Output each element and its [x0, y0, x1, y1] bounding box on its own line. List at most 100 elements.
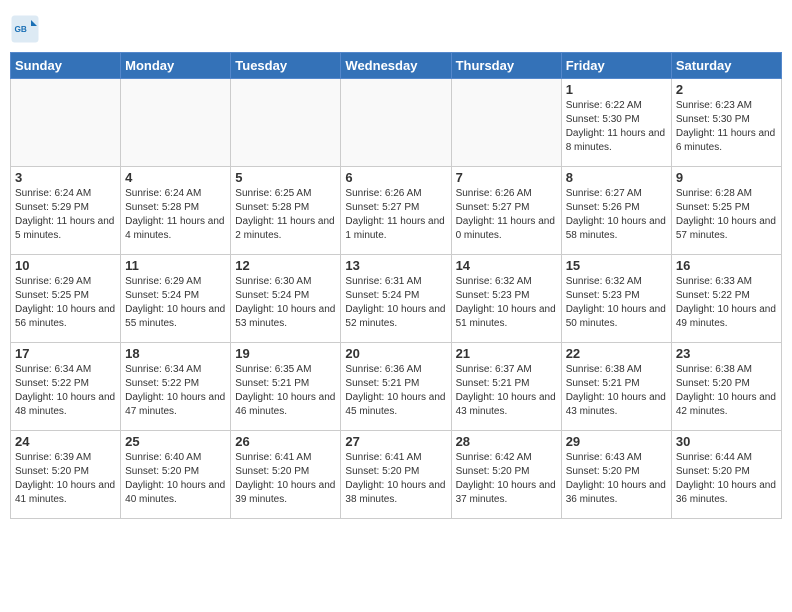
day-info: Sunrise: 6:35 AM Sunset: 5:21 PM Dayligh… — [235, 363, 336, 419]
day-info: Sunrise: 6:32 AM Sunset: 5:23 PM Dayligh… — [566, 275, 667, 331]
page-header: GB — [10, 10, 782, 44]
day-number: 7 — [456, 170, 557, 185]
day-number: 25 — [125, 434, 226, 449]
calendar-cell: 27 Sunrise: 6:41 AM Sunset: 5:20 PM Dayli… — [341, 431, 451, 519]
calendar-cell: 12 Sunrise: 6:30 AM Sunset: 5:24 PM Dayli… — [231, 255, 341, 343]
weekday-header-sunday: Sunday — [11, 53, 121, 79]
day-info: Sunrise: 6:36 AM Sunset: 5:21 PM Dayligh… — [345, 363, 446, 419]
day-info: Sunrise: 6:29 AM Sunset: 5:24 PM Dayligh… — [125, 275, 226, 331]
calendar-table: SundayMondayTuesdayWednesdayThursdayFrid… — [10, 52, 782, 519]
day-info: Sunrise: 6:24 AM Sunset: 5:29 PM Dayligh… — [15, 187, 116, 243]
day-number: 27 — [345, 434, 446, 449]
calendar-cell: 2 Sunrise: 6:23 AM Sunset: 5:30 PM Daylig… — [671, 79, 781, 167]
calendar-cell: 21 Sunrise: 6:37 AM Sunset: 5:21 PM Dayli… — [451, 343, 561, 431]
day-info: Sunrise: 6:41 AM Sunset: 5:20 PM Dayligh… — [235, 451, 336, 507]
day-number: 10 — [15, 258, 116, 273]
day-info: Sunrise: 6:32 AM Sunset: 5:23 PM Dayligh… — [456, 275, 557, 331]
day-info: Sunrise: 6:31 AM Sunset: 5:24 PM Dayligh… — [345, 275, 446, 331]
weekday-header-monday: Monday — [121, 53, 231, 79]
day-info: Sunrise: 6:24 AM Sunset: 5:28 PM Dayligh… — [125, 187, 226, 243]
day-number: 29 — [566, 434, 667, 449]
day-number: 23 — [676, 346, 777, 361]
day-info: Sunrise: 6:43 AM Sunset: 5:20 PM Dayligh… — [566, 451, 667, 507]
day-number: 28 — [456, 434, 557, 449]
calendar-cell: 28 Sunrise: 6:42 AM Sunset: 5:20 PM Dayli… — [451, 431, 561, 519]
day-info: Sunrise: 6:41 AM Sunset: 5:20 PM Dayligh… — [345, 451, 446, 507]
calendar-cell: 29 Sunrise: 6:43 AM Sunset: 5:20 PM Dayli… — [561, 431, 671, 519]
calendar-cell: 11 Sunrise: 6:29 AM Sunset: 5:24 PM Dayli… — [121, 255, 231, 343]
day-number: 11 — [125, 258, 226, 273]
calendar-cell: 30 Sunrise: 6:44 AM Sunset: 5:20 PM Dayli… — [671, 431, 781, 519]
svg-text:GB: GB — [15, 25, 27, 34]
day-number: 21 — [456, 346, 557, 361]
day-info: Sunrise: 6:27 AM Sunset: 5:26 PM Dayligh… — [566, 187, 667, 243]
day-info: Sunrise: 6:28 AM Sunset: 5:25 PM Dayligh… — [676, 187, 777, 243]
calendar-cell — [341, 79, 451, 167]
calendar-cell: 18 Sunrise: 6:34 AM Sunset: 5:22 PM Dayli… — [121, 343, 231, 431]
day-number: 9 — [676, 170, 777, 185]
day-number: 22 — [566, 346, 667, 361]
day-number: 6 — [345, 170, 446, 185]
day-number: 4 — [125, 170, 226, 185]
weekday-header-friday: Friday — [561, 53, 671, 79]
calendar-cell: 4 Sunrise: 6:24 AM Sunset: 5:28 PM Daylig… — [121, 167, 231, 255]
day-number: 15 — [566, 258, 667, 273]
calendar-cell: 16 Sunrise: 6:33 AM Sunset: 5:22 PM Dayli… — [671, 255, 781, 343]
calendar-cell: 15 Sunrise: 6:32 AM Sunset: 5:23 PM Dayli… — [561, 255, 671, 343]
day-info: Sunrise: 6:44 AM Sunset: 5:20 PM Dayligh… — [676, 451, 777, 507]
day-number: 8 — [566, 170, 667, 185]
calendar-cell: 26 Sunrise: 6:41 AM Sunset: 5:20 PM Dayli… — [231, 431, 341, 519]
calendar-cell: 24 Sunrise: 6:39 AM Sunset: 5:20 PM Dayli… — [11, 431, 121, 519]
day-number: 13 — [345, 258, 446, 273]
logo-icon: GB — [10, 14, 40, 44]
day-info: Sunrise: 6:37 AM Sunset: 5:21 PM Dayligh… — [456, 363, 557, 419]
day-info: Sunrise: 6:40 AM Sunset: 5:20 PM Dayligh… — [125, 451, 226, 507]
day-number: 1 — [566, 82, 667, 97]
calendar-cell: 8 Sunrise: 6:27 AM Sunset: 5:26 PM Daylig… — [561, 167, 671, 255]
day-info: Sunrise: 6:29 AM Sunset: 5:25 PM Dayligh… — [15, 275, 116, 331]
day-info: Sunrise: 6:34 AM Sunset: 5:22 PM Dayligh… — [125, 363, 226, 419]
day-number: 14 — [456, 258, 557, 273]
calendar-cell — [11, 79, 121, 167]
calendar-cell — [451, 79, 561, 167]
day-number: 26 — [235, 434, 336, 449]
weekday-header-thursday: Thursday — [451, 53, 561, 79]
day-number: 17 — [15, 346, 116, 361]
logo: GB — [10, 14, 44, 44]
weekday-header-saturday: Saturday — [671, 53, 781, 79]
calendar-cell: 1 Sunrise: 6:22 AM Sunset: 5:30 PM Daylig… — [561, 79, 671, 167]
calendar-cell: 10 Sunrise: 6:29 AM Sunset: 5:25 PM Dayli… — [11, 255, 121, 343]
calendar-cell: 17 Sunrise: 6:34 AM Sunset: 5:22 PM Dayli… — [11, 343, 121, 431]
day-number: 19 — [235, 346, 336, 361]
day-number: 16 — [676, 258, 777, 273]
calendar-cell: 7Sunrise: 6:26 AM Sunset: 5:27 PM Daylig… — [451, 167, 561, 255]
calendar-cell: 20 Sunrise: 6:36 AM Sunset: 5:21 PM Dayli… — [341, 343, 451, 431]
calendar-cell: 6Sunrise: 6:26 AM Sunset: 5:27 PM Daylig… — [341, 167, 451, 255]
calendar-cell: 13 Sunrise: 6:31 AM Sunset: 5:24 PM Dayli… — [341, 255, 451, 343]
day-info: Sunrise: 6:39 AM Sunset: 5:20 PM Dayligh… — [15, 451, 116, 507]
day-info: Sunrise: 6:38 AM Sunset: 5:21 PM Dayligh… — [566, 363, 667, 419]
day-number: 3 — [15, 170, 116, 185]
calendar-cell: 19 Sunrise: 6:35 AM Sunset: 5:21 PM Dayli… — [231, 343, 341, 431]
weekday-header-tuesday: Tuesday — [231, 53, 341, 79]
day-number: 12 — [235, 258, 336, 273]
day-number: 24 — [15, 434, 116, 449]
calendar-cell — [121, 79, 231, 167]
day-info: Sunrise: 6:23 AM Sunset: 5:30 PM Dayligh… — [676, 99, 777, 155]
day-number: 30 — [676, 434, 777, 449]
day-info: Sunrise: 6:42 AM Sunset: 5:20 PM Dayligh… — [456, 451, 557, 507]
day-info: Sunrise: 6:34 AM Sunset: 5:22 PM Dayligh… — [15, 363, 116, 419]
day-info: Sunrise: 6:22 AM Sunset: 5:30 PM Dayligh… — [566, 99, 667, 155]
calendar-cell: 23 Sunrise: 6:38 AM Sunset: 5:20 PM Dayli… — [671, 343, 781, 431]
day-info: Sunrise: 6:33 AM Sunset: 5:22 PM Dayligh… — [676, 275, 777, 331]
calendar-cell: 14 Sunrise: 6:32 AM Sunset: 5:23 PM Dayli… — [451, 255, 561, 343]
day-info: Sunrise: 6:30 AM Sunset: 5:24 PM Dayligh… — [235, 275, 336, 331]
day-number: 2 — [676, 82, 777, 97]
calendar-cell: 22 Sunrise: 6:38 AM Sunset: 5:21 PM Dayli… — [561, 343, 671, 431]
weekday-header-wednesday: Wednesday — [341, 53, 451, 79]
day-number: 20 — [345, 346, 446, 361]
day-number: 18 — [125, 346, 226, 361]
calendar-cell: 9 Sunrise: 6:28 AM Sunset: 5:25 PM Daylig… — [671, 167, 781, 255]
day-info: Sunrise: 6:38 AM Sunset: 5:20 PM Dayligh… — [676, 363, 777, 419]
day-info: Sunrise: 6:25 AM Sunset: 5:28 PM Dayligh… — [235, 187, 336, 243]
